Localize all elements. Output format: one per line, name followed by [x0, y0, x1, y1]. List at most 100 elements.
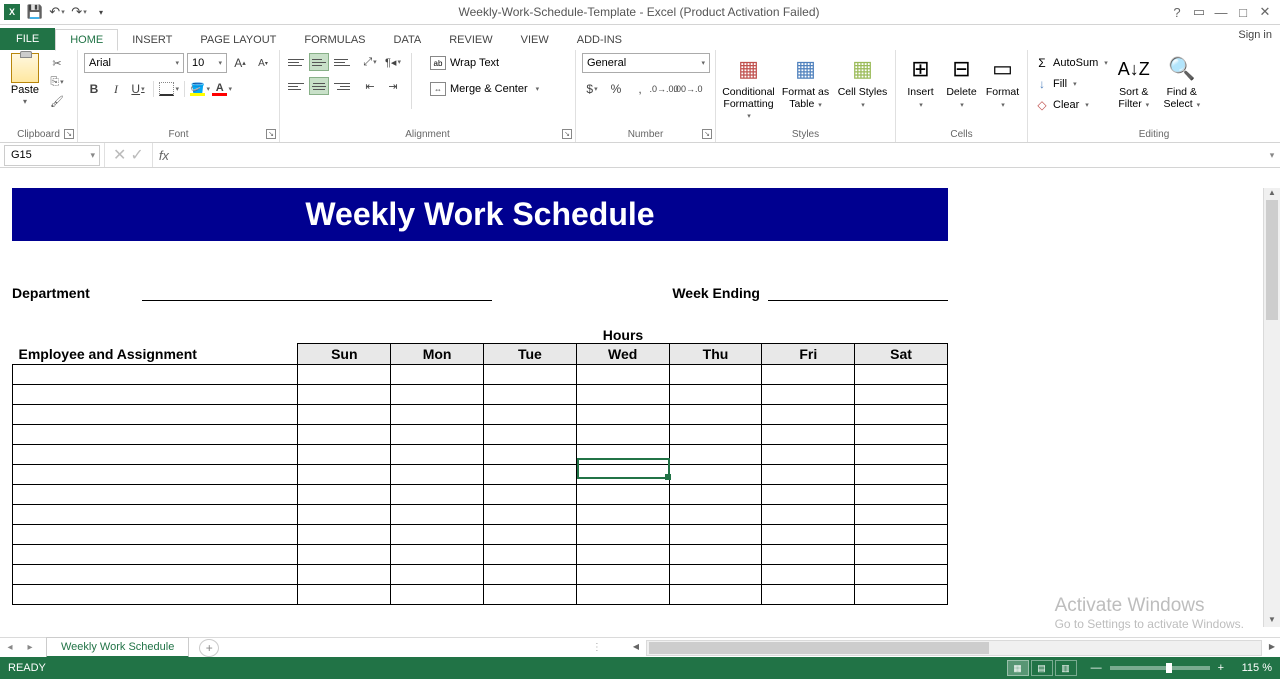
table-cell[interactable]	[298, 585, 391, 605]
table-cell[interactable]	[298, 405, 391, 425]
table-cell[interactable]	[762, 545, 855, 565]
conditional-formatting-button[interactable]: ▦Conditional Formatting ▾	[722, 53, 775, 122]
table-cell[interactable]	[669, 405, 762, 425]
table-cell[interactable]	[298, 365, 391, 385]
table-cell[interactable]	[669, 585, 762, 605]
table-cell[interactable]	[391, 585, 484, 605]
view-page-break-icon[interactable]: ▥	[1055, 660, 1077, 676]
table-cell[interactable]	[13, 485, 298, 505]
tab-nav-prev-icon[interactable]: ◂	[0, 642, 20, 653]
delete-cells-button[interactable]: ⊟Delete▾	[943, 53, 980, 110]
tab-review[interactable]: REVIEW	[435, 30, 506, 50]
table-cell[interactable]	[576, 425, 669, 445]
minimize-icon[interactable]: —	[1212, 3, 1230, 21]
table-cell[interactable]	[576, 445, 669, 465]
table-cell[interactable]	[576, 565, 669, 585]
sign-in-link[interactable]: Sign in	[1238, 29, 1272, 41]
table-cell[interactable]	[762, 385, 855, 405]
expand-formula-bar-icon[interactable]: ▾	[1264, 150, 1280, 161]
increase-font-icon[interactable]: A▴	[230, 53, 250, 73]
cancel-formula-icon[interactable]: ✕	[113, 145, 126, 165]
find-select-button[interactable]: 🔍Find & Select ▾	[1160, 53, 1204, 110]
scroll-down-icon[interactable]: ▼	[1264, 615, 1280, 627]
align-right-icon[interactable]	[332, 77, 352, 95]
decrease-font-icon[interactable]: A▾	[253, 53, 273, 73]
table-cell[interactable]	[391, 385, 484, 405]
number-format-select[interactable]: General▾	[582, 53, 710, 73]
table-cell[interactable]	[855, 545, 948, 565]
paste-button[interactable]: Paste ▾	[6, 53, 44, 106]
table-row[interactable]	[13, 485, 948, 505]
table-cell[interactable]	[483, 545, 576, 565]
table-cell[interactable]	[855, 365, 948, 385]
table-cell[interactable]	[13, 425, 298, 445]
table-cell[interactable]	[762, 585, 855, 605]
insert-cells-button[interactable]: ⊞Insert▾	[902, 53, 939, 110]
alignment-launcher-icon[interactable]: ↘	[562, 129, 572, 139]
hscroll-thumb[interactable]	[649, 642, 989, 654]
table-cell[interactable]	[762, 465, 855, 485]
align-bottom-icon[interactable]	[332, 53, 352, 71]
table-cell[interactable]	[483, 485, 576, 505]
table-row[interactable]	[13, 385, 948, 405]
table-cell[interactable]	[13, 465, 298, 485]
name-box[interactable]: G15	[4, 145, 100, 166]
table-cell[interactable]	[576, 365, 669, 385]
autosum-button[interactable]: ΣAutoSum▾	[1034, 53, 1108, 73]
percent-format-icon[interactable]: %	[606, 79, 626, 99]
table-cell[interactable]	[391, 545, 484, 565]
department-field[interactable]	[142, 285, 492, 301]
copy-icon[interactable]: ⎘▾	[48, 74, 66, 90]
undo-icon[interactable]: ↶▾	[48, 3, 66, 21]
table-cell[interactable]	[669, 445, 762, 465]
table-cell[interactable]	[762, 365, 855, 385]
table-cell[interactable]	[13, 565, 298, 585]
table-cell[interactable]	[13, 405, 298, 425]
horizontal-scrollbar[interactable]: ◀ ▶	[646, 640, 1262, 656]
underline-button[interactable]: U▾	[128, 79, 148, 99]
table-cell[interactable]	[669, 485, 762, 505]
table-cell[interactable]	[483, 465, 576, 485]
align-middle-icon[interactable]	[309, 53, 329, 71]
wrap-text-button[interactable]: abWrap Text	[426, 53, 543, 73]
table-cell[interactable]	[483, 505, 576, 525]
table-cell[interactable]	[855, 525, 948, 545]
table-cell[interactable]	[576, 585, 669, 605]
table-cell[interactable]	[483, 365, 576, 385]
table-cell[interactable]	[483, 385, 576, 405]
table-cell[interactable]	[391, 365, 484, 385]
qat-customize-icon[interactable]: ▾	[92, 3, 110, 21]
decrease-decimal-icon[interactable]: .00→.0	[678, 79, 698, 99]
zoom-slider[interactable]	[1110, 666, 1210, 670]
sheet-tab-active[interactable]: Weekly Work Schedule	[46, 637, 189, 658]
scroll-left-icon[interactable]: ◀	[633, 642, 639, 651]
table-cell[interactable]	[576, 405, 669, 425]
tab-nav-next-icon[interactable]: ▸	[20, 642, 40, 653]
table-cell[interactable]	[762, 445, 855, 465]
sort-filter-button[interactable]: A↓ZSort & Filter ▾	[1112, 53, 1156, 110]
zoom-out-icon[interactable]: —	[1091, 662, 1102, 674]
table-cell[interactable]	[855, 585, 948, 605]
redo-icon[interactable]: ↷▾	[70, 3, 88, 21]
align-center-icon[interactable]	[309, 77, 329, 95]
tab-formulas[interactable]: FORMULAS	[290, 30, 379, 50]
table-cell[interactable]	[298, 505, 391, 525]
table-cell[interactable]	[13, 365, 298, 385]
table-cell[interactable]	[13, 525, 298, 545]
fill-button[interactable]: ↓Fill▾	[1034, 74, 1108, 94]
table-cell[interactable]	[391, 465, 484, 485]
table-cell[interactable]	[13, 385, 298, 405]
table-cell[interactable]	[483, 525, 576, 545]
table-cell[interactable]	[855, 445, 948, 465]
font-name-select[interactable]: Arial▾	[84, 53, 184, 73]
table-row[interactable]	[13, 545, 948, 565]
table-cell[interactable]	[762, 425, 855, 445]
table-cell[interactable]	[13, 445, 298, 465]
table-row[interactable]	[13, 445, 948, 465]
ribbon-options-icon[interactable]: ▭	[1190, 3, 1208, 21]
formula-input[interactable]	[175, 145, 1264, 166]
scroll-right-icon[interactable]: ▶	[1269, 642, 1275, 651]
table-cell[interactable]	[576, 525, 669, 545]
table-cell[interactable]	[762, 485, 855, 505]
tab-file[interactable]: FILE	[0, 28, 55, 50]
